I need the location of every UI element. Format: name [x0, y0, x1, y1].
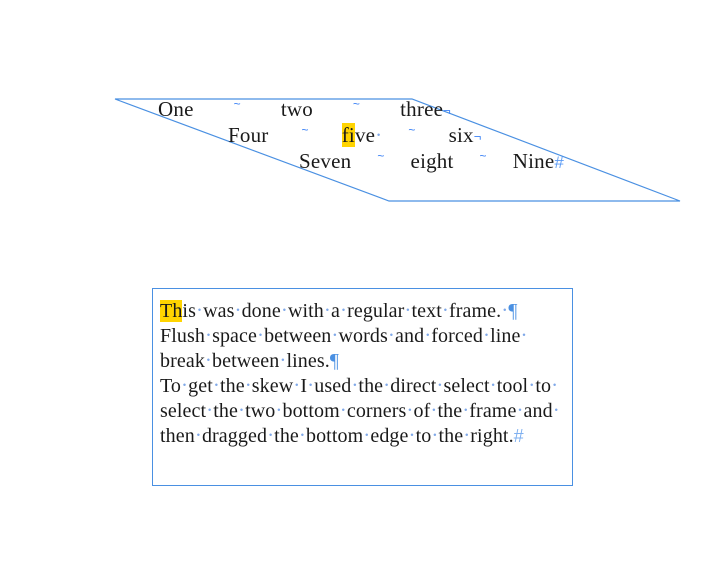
space-dot: ·: [383, 373, 391, 397]
text-frame-body[interactable]: This·was·done·with·a·regular·text·frame.…: [160, 298, 572, 448]
space-dot: ·: [482, 323, 491, 347]
space-dot: ·: [206, 398, 214, 422]
space-dot: ·: [323, 298, 331, 322]
space-dot: ·: [363, 423, 371, 447]
space-dot: ·: [212, 373, 220, 397]
skew-word-one: One: [158, 97, 194, 121]
space-dot: ·: [181, 373, 189, 397]
space-dot: ·: [406, 398, 414, 422]
body-line-6: then·dragged·the·bottom·edge·to·the·righ…: [160, 423, 572, 448]
skew-word-nine: Nine: [512, 149, 555, 173]
space-dot: ·: [298, 423, 306, 447]
flush-space-marker: ~: [233, 97, 241, 111]
body-line-5: select·the·two·bottom·corners·of·the·fra…: [160, 398, 572, 423]
end-of-story-marker: #: [513, 426, 524, 446]
highlighted-text: Th: [160, 300, 183, 322]
body-line-4-text: To·get·the·skew·I·used·the·direct·select…: [160, 373, 559, 397]
regular-text-frame[interactable]: This·was·done·with·a·regular·text·frame.…: [152, 288, 573, 486]
skew-word-six: six: [448, 123, 474, 147]
skew-line-3: Seven ~ eight ~ Nine#: [299, 149, 565, 173]
skew-line-2: Four ~ five· ~ six¬: [228, 123, 482, 148]
body-line-6-text: then·dragged·the·bottom·edge·to·the·righ…: [160, 423, 514, 447]
space-dot: ·: [293, 373, 301, 397]
highlighted-text: fi: [341, 123, 355, 147]
space-dot: ·: [279, 348, 287, 372]
space-dot: ·: [280, 298, 288, 322]
flush-space-marker: ~: [352, 97, 361, 111]
body-line-5-text: select·the·two·bottom·corners·of·the·fra…: [160, 398, 560, 422]
space-dot: ·: [462, 398, 470, 422]
body-line-1: This·was·done·with·a·regular·text·frame.…: [160, 298, 572, 323]
space-dot: ·: [436, 373, 444, 397]
space-dot: ·: [387, 323, 395, 347]
space-dot: ·: [430, 398, 438, 422]
space-dot: ·: [234, 298, 242, 322]
space-dot: ·: [307, 373, 315, 397]
skew-word-eight: eight: [410, 149, 454, 173]
space-dot: ·: [331, 323, 339, 347]
skew-word-five-rest: ve: [354, 123, 376, 147]
body-line-1-text: is·was·done·with·a·regular·text·frame.·: [182, 298, 509, 322]
flush-space-marker: ~: [479, 149, 487, 163]
space-dot: ·: [339, 298, 348, 322]
space-dot: ·: [195, 298, 204, 322]
space-dot: ·: [552, 398, 560, 422]
flush-space-marker: ~: [408, 123, 416, 137]
body-line-2: Flush·space·between·words·and·forced·lin…: [160, 323, 572, 348]
skew-line-1: One ~ two ~ three¬: [158, 97, 451, 122]
body-line-3-text: break·between·lines.: [160, 348, 330, 372]
space-dot: ·: [267, 423, 275, 447]
space-dot: ·: [194, 423, 202, 447]
space-dot: ·: [375, 123, 383, 147]
space-dot: ·: [516, 398, 524, 422]
space-dot: ·: [424, 323, 432, 347]
space-dot: ·: [528, 373, 536, 397]
skew-word-three: three: [400, 97, 444, 121]
space-dot: ·: [463, 423, 471, 447]
space-dot: ·: [204, 348, 213, 372]
space-dot: ·: [404, 298, 412, 322]
forced-line-break-marker: ¬: [473, 129, 482, 144]
space-dot: ·: [256, 323, 265, 347]
skewed-text-frame[interactable]: One ~ two ~ three¬ Four ~ five· ~ six¬ Seven ~ eig…: [0, 0, 714, 230]
space-dot: ·: [431, 423, 439, 447]
flush-space-marker: ~: [301, 123, 309, 137]
skew-word-four: Four: [228, 123, 269, 147]
end-of-story-marker: #: [554, 153, 565, 172]
forced-line-break-marker: ¬: [443, 103, 451, 118]
space-dot: ·: [441, 298, 449, 322]
space-dot: ·: [551, 373, 559, 397]
space-dot: ·: [275, 398, 283, 422]
space-dot: ·: [244, 373, 252, 397]
pilcrow-marker: ¶: [329, 350, 339, 372]
skew-word-two: two: [280, 97, 313, 121]
body-line-3: break·between·lines.¶: [160, 348, 572, 373]
flush-space-marker: ~: [377, 149, 385, 163]
space-dot: ·: [339, 398, 347, 422]
space-dot: ·: [520, 323, 528, 347]
skewed-frame-text-layer: One ~ two ~ three¬ Four ~ five· ~ six¬ Seven ~ eig…: [0, 0, 714, 230]
space-dot: ·: [204, 323, 213, 347]
space-dot: ·: [237, 398, 246, 422]
space-dot: ·: [489, 373, 497, 397]
body-line-4: To·get·the·skew·I·used·the·direct·select…: [160, 373, 572, 398]
space-dot: ·: [351, 373, 359, 397]
skew-word-seven: Seven: [299, 149, 352, 173]
pilcrow-marker: ¶: [508, 300, 518, 322]
body-line-2-text: Flush·space·between·words·and·forced·lin…: [160, 323, 528, 347]
space-dot: ·: [408, 423, 416, 447]
